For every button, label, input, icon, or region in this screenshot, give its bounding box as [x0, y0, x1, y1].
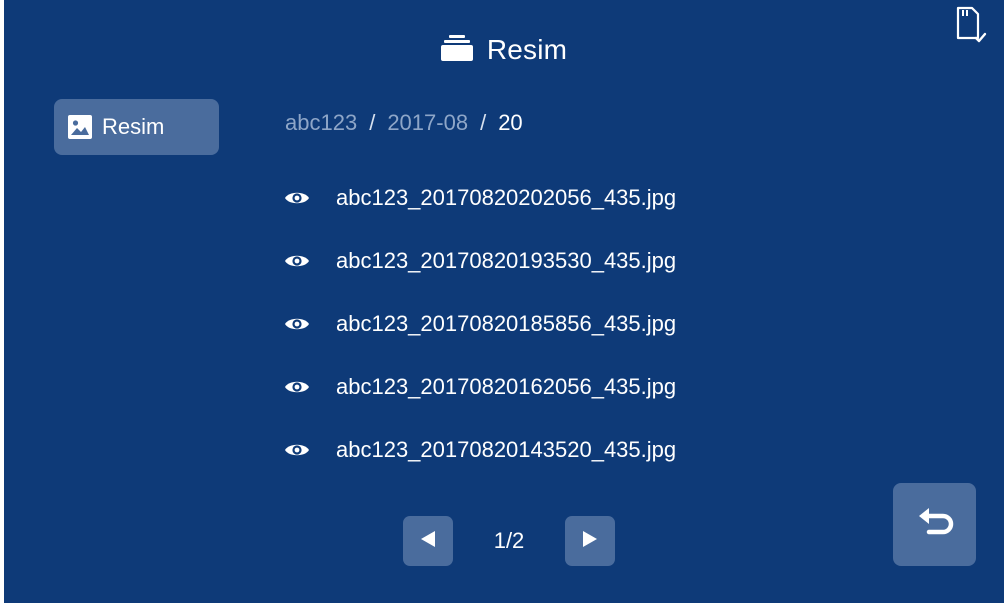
- photo-browser-screen: Resim Resim abc123 / 2017-08 / 20 abc123…: [4, 0, 1004, 603]
- eye-icon: [284, 378, 310, 396]
- breadcrumb-current: 20: [498, 110, 523, 135]
- file-list-item[interactable]: abc123_20170820143520_435.jpg: [284, 418, 884, 481]
- breadcrumb-separator: /: [480, 110, 487, 135]
- file-name: abc123_20170820193530_435.jpg: [336, 247, 677, 273]
- return-arrow-icon: [915, 506, 955, 543]
- file-list-item[interactable]: abc123_20170820162056_435.jpg: [284, 355, 884, 418]
- eye-icon: [284, 441, 310, 459]
- file-list-item[interactable]: abc123_20170820202056_435.jpg: [284, 166, 884, 229]
- next-page-button[interactable]: [565, 516, 615, 566]
- header: Resim: [4, 30, 1004, 70]
- page-indicator: 1/2: [493, 528, 525, 553]
- eye-icon: [284, 189, 310, 207]
- breadcrumb: abc123 / 2017-08 / 20: [285, 108, 523, 138]
- prev-page-button[interactable]: [403, 516, 453, 566]
- file-name: abc123_20170820143520_435.jpg: [336, 436, 677, 462]
- eye-icon: [284, 315, 310, 333]
- sd-card-check-icon: [954, 6, 988, 46]
- page-title: Resim: [486, 34, 568, 65]
- image-icon: [68, 115, 92, 139]
- file-list-item[interactable]: abc123_20170820185856_435.jpg: [284, 292, 884, 355]
- breadcrumb-item[interactable]: abc123: [285, 110, 357, 136]
- breadcrumb-item[interactable]: 2017-08: [387, 110, 468, 136]
- sidebar-item-label: Resim: [102, 114, 165, 139]
- file-name: abc123_20170820162056_435.jpg: [336, 373, 677, 399]
- sidebar-item-resim[interactable]: Resim: [54, 99, 219, 155]
- file-name: abc123_20170820202056_435.jpg: [336, 184, 677, 210]
- triangle-left-icon: [420, 530, 436, 553]
- pagination: 1/2: [403, 516, 615, 566]
- breadcrumb-separator: /: [369, 110, 376, 135]
- triangle-right-icon: [582, 530, 598, 553]
- file-name: abc123_20170820185856_435.jpg: [336, 310, 677, 336]
- back-button[interactable]: [893, 483, 976, 566]
- eye-icon: [284, 252, 310, 270]
- folder-stack-icon: [440, 34, 473, 66]
- file-list: abc123_20170820202056_435.jpg abc123_201…: [284, 166, 884, 481]
- file-list-item[interactable]: abc123_20170820193530_435.jpg: [284, 229, 884, 292]
